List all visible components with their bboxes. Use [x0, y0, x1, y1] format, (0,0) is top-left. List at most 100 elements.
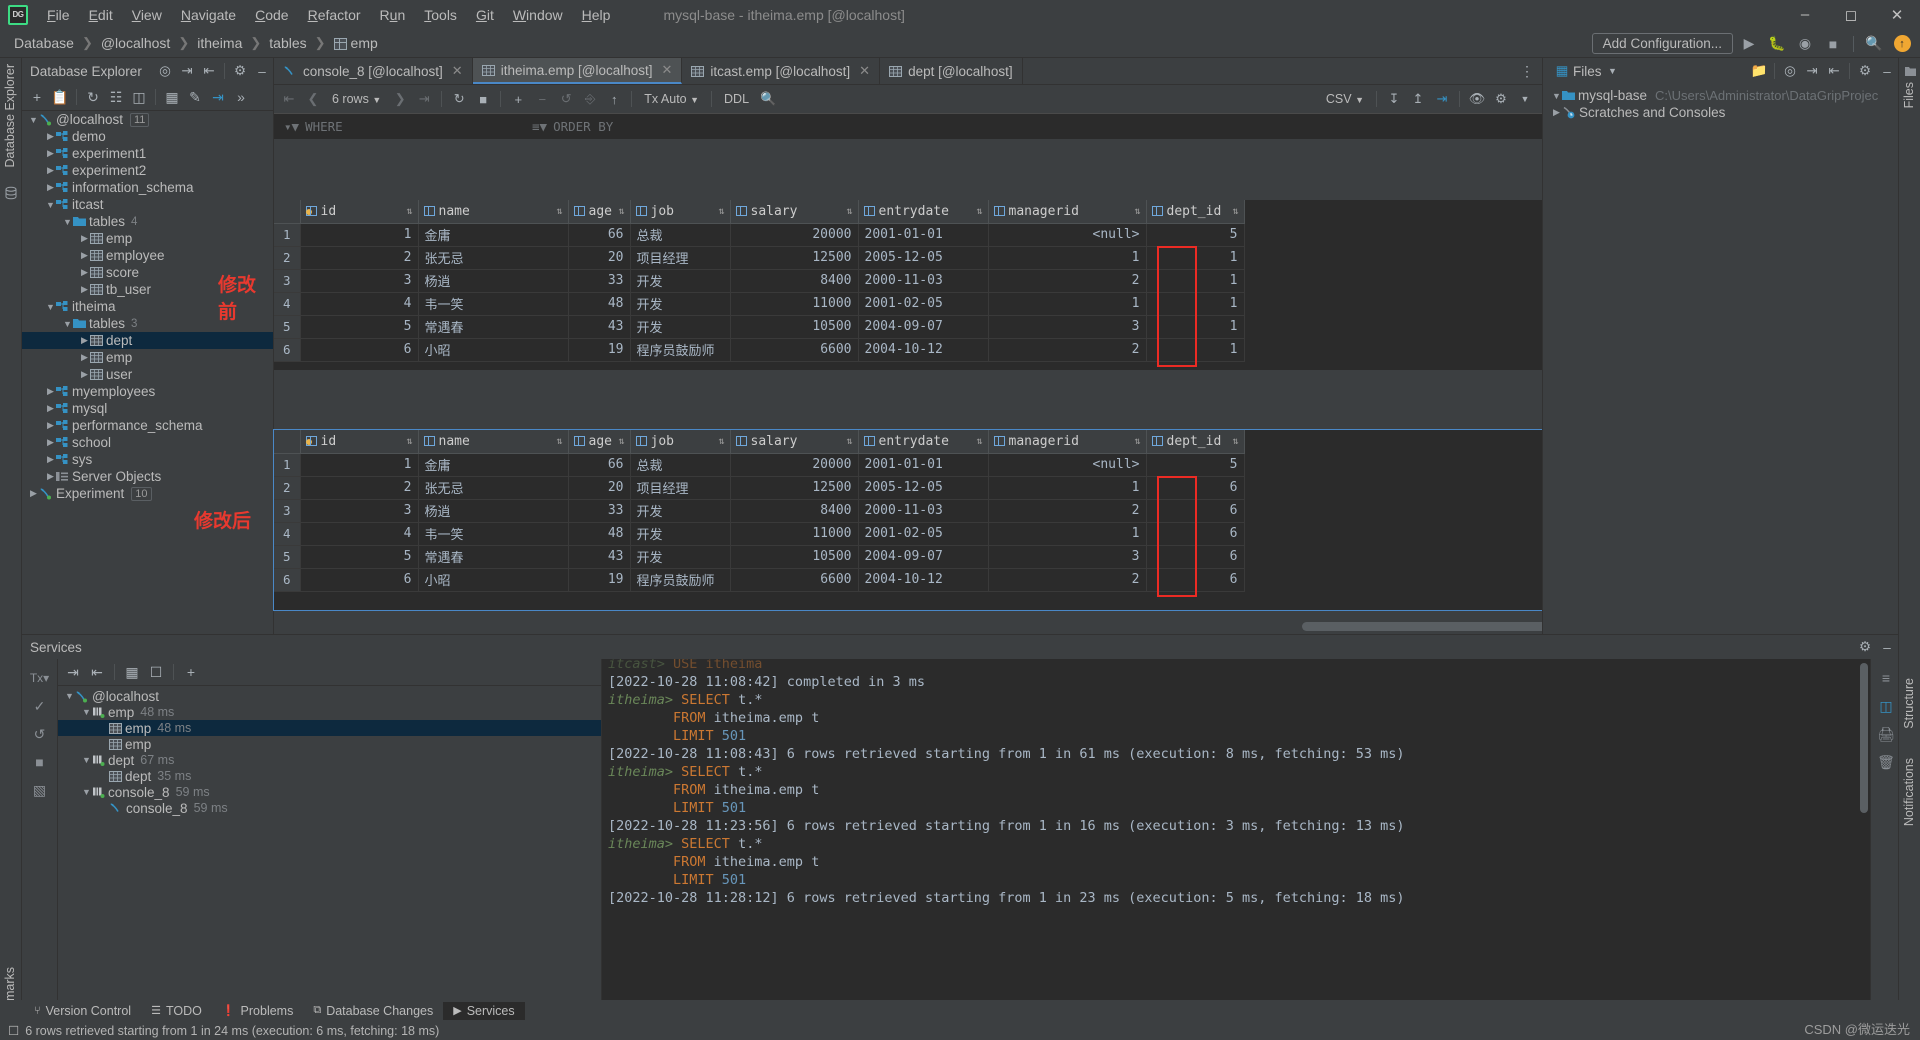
grid-column-header-salary[interactable]: salary ⇅ [730, 430, 859, 454]
db-tree-item-demo[interactable]: ▶ demo [22, 128, 273, 145]
first-page-icon[interactable]: ⇤ [278, 88, 300, 110]
open-folder-icon[interactable]: 📁 [1748, 60, 1770, 82]
grid-cell-job[interactable]: 项目经理 [630, 476, 731, 500]
db-tree-item-itheima[interactable]: ▼ itheima [22, 298, 273, 315]
chevron-down-icon[interactable]: ▼ [81, 707, 92, 717]
chevron-right-icon[interactable]: ▶ [79, 335, 90, 346]
collapse-all-icon[interactable]: ⇤ [86, 661, 108, 683]
grid-cell-age[interactable]: 19 [568, 568, 631, 592]
minimize-icon[interactable]: – [1782, 0, 1828, 29]
locate-icon[interactable]: ◎ [154, 60, 176, 82]
grid-cell-salary[interactable]: 10500 [730, 315, 859, 339]
chevron-down-icon[interactable]: ▼ [1602, 60, 1624, 82]
db-tree-item-user[interactable]: ▶ user [22, 366, 273, 383]
grid-cell-entrydate[interactable]: 2004-10-12 [858, 568, 989, 592]
expand-all-icon[interactable]: ⇥ [62, 661, 84, 683]
stop-icon[interactable]: ■ [472, 88, 494, 110]
tab-more-icon[interactable]: ⋮ [1516, 61, 1538, 83]
grid-cell-managerid[interactable]: 1 [988, 292, 1147, 316]
grid-cell-name[interactable]: 张无忌 [418, 476, 569, 500]
grid-cell-job[interactable]: 开发 [630, 315, 731, 339]
grid-cell-id[interactable]: 3 [300, 499, 419, 523]
close-icon[interactable]: ✕ [1874, 0, 1920, 29]
row-number[interactable]: 3 [274, 269, 301, 293]
status-tab-version-control[interactable]: ⑂ Version Control [24, 1002, 141, 1020]
grid-cell-dept_id[interactable]: 6 [1146, 545, 1245, 569]
console-scrollbar[interactable] [1860, 663, 1868, 813]
maximize-icon[interactable]: ◻ [1828, 0, 1874, 29]
grid-cell-entrydate[interactable]: 2001-02-05 [858, 522, 989, 546]
db-tree-item-tables[interactable]: ▼ tables 4 [22, 213, 273, 230]
grid-cell-age[interactable]: 33 [568, 499, 631, 523]
row-number[interactable]: 6 [274, 568, 301, 592]
export-icon[interactable]: ↥ [1407, 88, 1429, 110]
grid-cell-managerid[interactable]: 1 [988, 476, 1147, 500]
services-tree-item-3[interactable]: ▶emp [58, 736, 601, 752]
status-tab-problems[interactable]: ❗ Problems [212, 1002, 304, 1020]
database-strip-icon[interactable] [4, 186, 18, 200]
grid-column-header-age[interactable]: age ⇅ [568, 430, 631, 454]
grid-cell-entrydate[interactable]: 2004-10-12 [858, 338, 989, 362]
grid-cell-age[interactable]: 20 [568, 246, 631, 270]
grid-cell-name[interactable]: 常遇春 [418, 315, 569, 339]
grid-cell-salary[interactable]: 11000 [730, 522, 859, 546]
table-icon[interactable]: ▦ [161, 86, 183, 108]
grid-corner-cell[interactable] [274, 430, 301, 454]
grid-cell-dept_id[interactable]: 1 [1146, 246, 1245, 270]
right-strip-files-label[interactable]: Files [1902, 82, 1916, 108]
grid-corner-cell[interactable] [274, 200, 301, 224]
services-tree-item-1[interactable]: ▼ emp 48 ms [58, 704, 601, 720]
close-icon[interactable]: ✕ [859, 63, 870, 79]
console-db-icon[interactable]: ◫ [1871, 693, 1901, 719]
grid-cell-dept_id[interactable]: 1 [1146, 269, 1245, 293]
grid-row[interactable]: 3 3 杨逍 33 开发 8400 2000-11-03 2 1 [274, 269, 1245, 293]
sort-indicator-icon[interactable]: ⇅ [1232, 206, 1238, 217]
chevron-right-icon[interactable]: ▶ [45, 386, 56, 397]
add-icon[interactable]: + [26, 86, 48, 108]
chevron-down-icon[interactable]: ▼ [62, 217, 73, 227]
database-tree[interactable]: ▼ @localhost 11 ▶ demo ▶ experiment1 ▶ experimen… [22, 111, 273, 631]
itcast-emp-grid[interactable]: id ⇅ name ⇅ age ⇅ job ⇅ salary ⇅ entrydate ⇅ manager… [274, 200, 1245, 362]
grid-cell-name[interactable]: 常遇春 [418, 545, 569, 569]
rows-count-selector[interactable]: 6 rows ▼ [326, 92, 387, 106]
chevron-down-icon[interactable]: ▼ [45, 302, 56, 312]
open-tab-icon[interactable]: ☐ [145, 661, 167, 683]
row-number[interactable]: 6 [274, 338, 301, 362]
data-source-icon[interactable]: ◫ [128, 86, 150, 108]
grid-cell-job[interactable]: 总裁 [630, 223, 731, 247]
order-by-filter[interactable]: ≡▼ ORDER BY [524, 119, 613, 134]
grid-cell-age[interactable]: 43 [568, 545, 631, 569]
grid-cell-id[interactable]: 1 [300, 453, 419, 477]
chevron-right-icon[interactable]: ▶ [79, 284, 90, 295]
grid-cell-name[interactable]: 韦一笑 [418, 522, 569, 546]
grid-cell-job[interactable]: 程序员鼓励师 [630, 568, 731, 592]
next-page-icon[interactable]: ❯ [389, 88, 411, 110]
row-number[interactable]: 5 [274, 545, 301, 569]
db-tree-item-tb-user[interactable]: ▶ tb_user [22, 281, 273, 298]
editor-horizontal-scrollbar[interactable] [1302, 622, 1566, 631]
grid-cell-id[interactable]: 6 [300, 338, 419, 362]
db-tree-item--localhost[interactable]: ▼ @localhost 11 [22, 111, 273, 128]
grid-column-header-job[interactable]: job ⇅ [630, 200, 731, 224]
db-tree-item-performance-schema[interactable]: ▶ performance_schema [22, 417, 273, 434]
breadcrumb-tables[interactable]: tables [265, 33, 310, 53]
chevron-right-icon[interactable]: ▶ [45, 420, 56, 431]
grid-cell-name[interactable]: 杨逍 [418, 499, 569, 523]
add-configuration-button[interactable]: Add Configuration... [1591, 33, 1733, 54]
search-everywhere-icon[interactable]: 🔍 [1862, 32, 1886, 56]
editor-tab-2[interactable]: itcast.emp [@localhost] ✕ [682, 58, 881, 84]
grid-column-header-entrydate[interactable]: entrydate ⇅ [858, 200, 989, 224]
chevron-down-icon[interactable]: ▼ [1551, 91, 1562, 101]
grid-column-header-salary[interactable]: salary ⇅ [730, 200, 859, 224]
grid-cell-age[interactable]: 66 [568, 223, 631, 247]
chevron-right-icon[interactable]: ▶ [79, 250, 90, 261]
sort-indicator-icon[interactable]: ⇅ [556, 206, 562, 217]
grid-cell-salary[interactable]: 6600 [730, 568, 859, 592]
grid-cell-salary[interactable]: 20000 [730, 453, 859, 477]
reload-icon[interactable]: ↻ [448, 88, 470, 110]
db-tree-item-experiment1[interactable]: ▶ experiment1 [22, 145, 273, 162]
update-icon[interactable]: ↑ [1890, 32, 1914, 56]
grid-cell-entrydate[interactable]: 2000-11-03 [858, 269, 989, 293]
sort-indicator-icon[interactable]: ⇅ [1134, 206, 1140, 217]
db-tree-item-school[interactable]: ▶ school [22, 434, 273, 451]
